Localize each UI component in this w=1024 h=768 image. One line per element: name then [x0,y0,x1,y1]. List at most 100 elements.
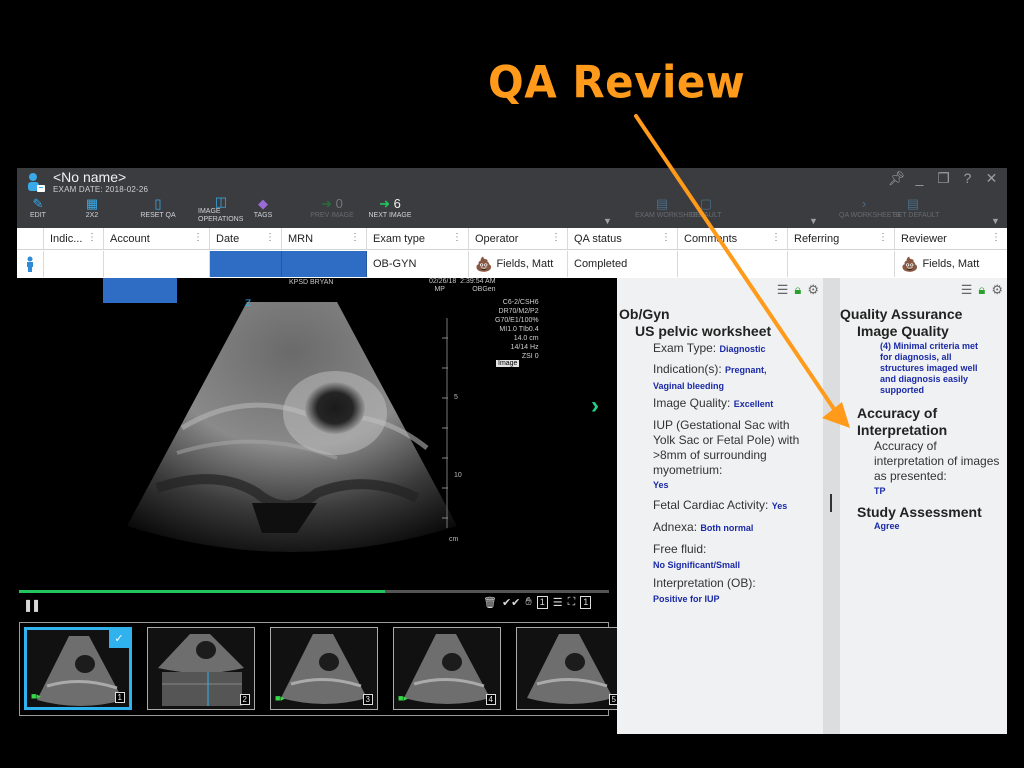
right-arrow-icon: ➜ [379,196,391,211]
col-indications[interactable]: Indic... ⋮ [44,228,104,249]
panel-splitter[interactable] [823,278,840,734]
pencil-icon: ✎ [32,196,44,211]
lock-icon[interactable]: 🔒︎ [794,282,801,298]
help-icon[interactable]: ? [960,170,975,187]
person-icon [17,251,44,277]
toolbar: ✎ EDIT ▦ 2X2 ▯ RESET QA ◫ IMAGE OPERATIO… [17,195,1007,226]
next-image-button[interactable]: ➜ 6 NEXT IMAGE [365,196,415,226]
col-account[interactable]: Account ⋮ [104,228,210,249]
exam-type-field[interactable]: Exam Type: Diagnostic [653,341,766,357]
toolbar-dropdown-1[interactable]: ▼ [603,216,612,226]
reviewer-avatar-icon: 💩 [901,255,919,272]
restore-icon[interactable]: ❐ [936,170,951,187]
depth-label-5: 5 [454,394,458,401]
adnexa-field[interactable]: Adnexa: Both normal [653,520,753,536]
cell-referring [788,251,895,277]
fetal-cardiac-field[interactable]: Fetal Cardiac Activity: Yes [653,498,787,514]
gear-icon[interactable]: ⚙ [991,282,1003,298]
qa-worksheets-button[interactable]: › QA WORKSHEETS [839,196,900,226]
thumbnail-number: 1 [114,692,125,703]
slide-title: QA Review [488,56,746,109]
thumbnail-number: 4 [485,694,496,705]
default-icon: ▢ [699,196,713,211]
toolbar-dropdown-2[interactable]: ▼ [809,216,818,226]
thumbnail[interactable]: ■▸ 3 [270,627,378,710]
col-date[interactable]: Date ⋮ [210,228,282,249]
col-exam-type[interactable]: Exam type ⋮ [367,228,469,249]
image-quality-answer[interactable]: (4) Minimal criteria met for diagnosis, … [880,341,978,396]
thumbnail[interactable]: ■▸ 1 ✓ [24,627,132,710]
fullscreen-icon[interactable]: ⛶ [568,596,576,609]
set-default-button[interactable]: ▤ SET DEFAULT [893,196,939,226]
col-referring[interactable]: Referring ⋮ [788,228,895,249]
gear-icon[interactable]: ⚙ [807,282,819,298]
video-camera-icon: ■▸ [31,691,41,701]
image-quality-heading: Image Quality [857,323,949,339]
image-operations-button[interactable]: ◫ IMAGE OPERATIONS [195,195,247,226]
col-comments[interactable]: Comments ⋮ [678,228,788,249]
thumbnail[interactable]: 2 [147,627,255,710]
set-default-icon: ▤ [906,196,920,211]
col-mrn[interactable]: MRN ⋮ [282,228,367,249]
study-assessment-answer[interactable]: Agree [874,521,900,532]
prev-image-button[interactable]: ➜ 0 PREV IMAGE [307,196,357,226]
lock-icon[interactable]: 🔒︎ [978,282,985,298]
chevron-right-icon: › [861,196,867,211]
exam-default-button[interactable]: ▢ DEFAULT [689,196,723,226]
facility-label: KPSD BRYAN [289,279,334,286]
cell-mrn-redacted [282,251,367,277]
toolbar-dropdown-3[interactable]: ▼ [991,216,1000,226]
pin-icon[interactable]: 📌︎ [888,170,906,187]
interpretation-field[interactable]: Interpretation (OB): Positive for IUP [653,576,756,607]
free-fluid-field[interactable]: Free fluid: No Significant/Small [653,542,740,573]
layout-count-box[interactable]: 1 [536,596,548,609]
sliders-icon[interactable]: ☰ [777,282,789,298]
col-operator[interactable]: Operator ⋮ [469,228,568,249]
indication-field[interactable]: Indication(s): Pregnant, Vaginal bleeding [653,362,767,394]
tags-button[interactable]: ◆ TAGS [251,196,275,226]
iup-field[interactable]: IUP (Gestational Sac with Yolk Sac or Fe… [653,418,823,493]
expand-panel-arrow-icon[interactable]: › [591,392,599,420]
sliders-icon[interactable]: ☰ [553,596,563,609]
cell-operator: 💩 Fields, Matt [469,251,568,277]
pause-icon[interactable]: ❚❚ [23,598,41,612]
panel-toolbar: ☰ 🔒︎ ⚙ [777,282,819,298]
col-reviewer[interactable]: Reviewer ⋮ [895,228,1007,249]
tag-icon: ◆ [258,196,268,211]
thumbnail[interactable]: ■▸ 4 [393,627,501,710]
thumbnail-strip: ■▸ 1 ✓ 2 ■▸ 3 ■▸ 4 5 [19,622,624,716]
exam-worksheets-button[interactable]: ▤ EXAM WORKSHEETS [635,196,707,226]
left-arrow-icon: ➜ [321,196,333,211]
image-quality-field[interactable]: Image Quality: Excellent [653,396,773,412]
video-camera-icon: ■▸ [398,693,408,703]
qa-title: Quality Assurance [840,306,963,322]
depth-unit: cm [449,536,459,543]
frame-count-box[interactable]: 1 [580,596,592,609]
minimize-icon[interactable]: _ [912,170,927,187]
svg-text:Z: Z [245,299,251,309]
table-row[interactable]: OB-GYN 💩 Fields, Matt Completed 💩 Fields, … [17,251,1007,277]
hand-icon[interactable]: ✋︎ [525,596,531,609]
sliders-icon[interactable]: ☰ [961,282,973,298]
accuracy-field[interactable]: Accuracy of interpretation of images as … [874,439,999,499]
check-all-icon[interactable]: ✔✔ [502,596,520,609]
close-icon[interactable]: ✕ [984,170,999,187]
thumbnail[interactable]: 5 [516,627,624,710]
video-camera-icon: ■▸ [275,693,285,703]
edit-button[interactable]: ✎ EDIT [27,196,49,226]
thumbnail-number: 3 [362,694,373,705]
qa-review-window: <No name> EXAM DATE: 2018-02-26 📌︎ _ ❐ ?… [17,168,1007,734]
operator-avatar-icon: 💩 [475,255,493,272]
reset-qa-button[interactable]: ▯ RESET QA [137,196,179,226]
depth-label-10: 10 [454,472,462,479]
scan-datetime: 02/26/18 2:39:54 AM MP OBGen [429,278,496,293]
image-mode-label: Image [496,360,520,367]
cell-exam-type: OB-GYN [367,251,469,277]
grid-icon: ▦ [85,196,99,211]
layout-2x2-button[interactable]: ▦ 2X2 [81,196,103,226]
worksheet-subtitle: US pelvic worksheet [635,323,772,339]
trash-icon[interactable]: 🗑︎ [483,596,497,609]
cine-progress-bar[interactable] [19,590,609,593]
cell-reviewer: 💩 Fields, Matt [901,255,980,272]
col-qa-status[interactable]: QA status ⋮ [568,228,678,249]
